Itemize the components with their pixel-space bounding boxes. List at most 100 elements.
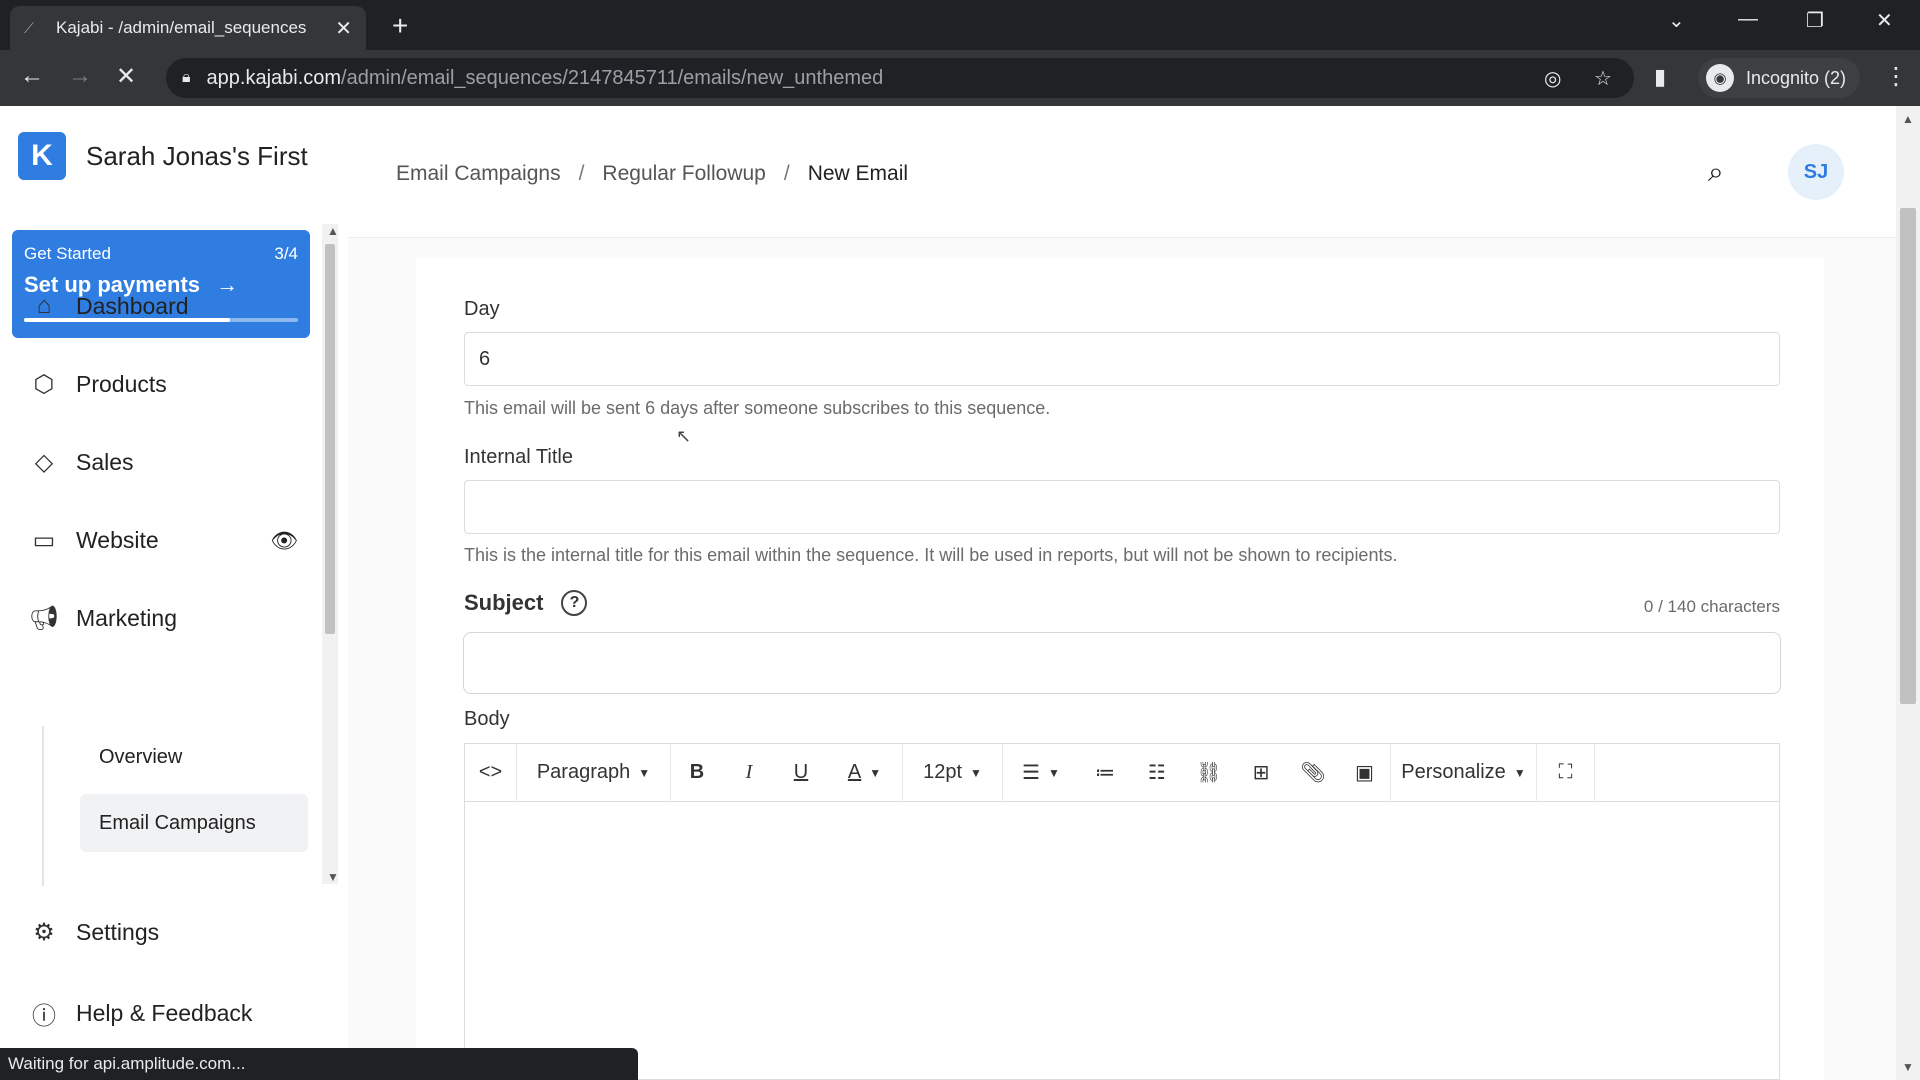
- tab-title: Kajabi - /admin/email_sequences: [56, 18, 307, 37]
- chevron-down-icon: ▼: [638, 765, 651, 780]
- sidebar-item-label: Dashboard: [76, 292, 189, 319]
- brand[interactable]: K Sarah Jonas's First: [18, 132, 308, 180]
- breadcrumb-current: New Email: [807, 162, 909, 185]
- sidebar-subitem-email-campaigns[interactable]: Email Campaigns: [80, 794, 308, 852]
- day-help-text: This email will be sent 6 days after som…: [464, 398, 1051, 418]
- italic-icon[interactable]: I: [723, 744, 775, 802]
- day-input[interactable]: 6: [464, 332, 1780, 386]
- sidebar-item-help[interactable]: ⓘ Help & Feedback: [28, 996, 252, 1031]
- align-select[interactable]: ☰ ▼: [1003, 744, 1079, 802]
- font-size-select[interactable]: 12pt ▼: [903, 743, 1003, 802]
- get-started-progress: 3/4: [274, 244, 298, 263]
- tracking-blocked-icon[interactable]: ◎: [1544, 66, 1561, 91]
- browser-toolbar: ← → ✕ 🔒︎ app.kajabi.com/admin/email_sequ…: [0, 50, 1920, 106]
- breadcrumb-separator: /: [578, 162, 585, 185]
- sidebar-scroll-thumb[interactable]: [325, 244, 335, 634]
- text-color-icon: A: [847, 761, 862, 783]
- personalize-select[interactable]: Personalize ▼: [1391, 743, 1537, 802]
- lock-icon: 🔒︎: [182, 69, 191, 86]
- status-bar: Waiting for api.amplitude.com...: [0, 1048, 638, 1080]
- submenu-line: [42, 726, 44, 886]
- chevron-down-icon: ▼: [1513, 765, 1526, 780]
- paragraph-format-label: Paragraph: [536, 761, 631, 783]
- underline-icon[interactable]: U: [775, 744, 827, 802]
- incognito-profile-button[interactable]: ◉ Incognito (2): [1698, 58, 1861, 98]
- attachment-icon[interactable]: 📎︎: [1287, 744, 1339, 802]
- ordered-list-icon[interactable]: ≔: [1079, 744, 1131, 802]
- code-view-icon[interactable]: <>: [465, 743, 517, 802]
- sidebar-item-dashboard[interactable]: ⌂ Dashboard: [28, 292, 189, 320]
- sidebar-subitem-overview[interactable]: Overview: [80, 728, 308, 786]
- get-started-card[interactable]: Get Started 3/4 Set up payments →: [12, 230, 310, 338]
- box-icon: ⬡: [33, 371, 55, 398]
- sidebar-item-label: Help & Feedback: [76, 1000, 253, 1026]
- browser-menu-icon[interactable]: ⋮: [1884, 62, 1908, 91]
- link-icon[interactable]: ⛓: [1183, 744, 1235, 802]
- sidebar-item-label: Products: [76, 371, 167, 397]
- kajabi-logo-icon: K: [18, 132, 66, 180]
- restore-button[interactable]: ❐: [1806, 8, 1824, 33]
- align-left-icon: ☰: [1022, 762, 1041, 784]
- address-bar[interactable]: 🔒︎ app.kajabi.com/admin/email_sequences/…: [166, 58, 1634, 98]
- insert-block-icon[interactable]: ⊞: [1235, 744, 1287, 802]
- close-tab-icon[interactable]: ✕: [335, 16, 352, 41]
- browser-tab[interactable]: ⟋ Kajabi - /admin/email_sequences ✕: [10, 6, 366, 50]
- breadcrumb: Email Campaigns / Regular Followup / New…: [396, 162, 908, 186]
- sidebar-item-label: Marketing: [76, 605, 177, 631]
- breadcrumb-email-campaigns[interactable]: Email Campaigns: [396, 162, 561, 186]
- tab-search-icon[interactable]: ⌄: [1668, 8, 1685, 33]
- editor-toolbar: <> Paragraph ▼ B I U A ▼ 12pt ▼ ☰ ▼ ≔ ☷ ⛓ ⊞ …: [465, 743, 1779, 802]
- brand-name: Sarah Jonas's First: [86, 140, 308, 171]
- text-color-select[interactable]: A ▼: [827, 743, 903, 802]
- new-tab-button[interactable]: +: [392, 10, 408, 42]
- sidebar-subitem-label: Overview: [99, 745, 183, 768]
- chevron-down-icon: ▼: [869, 765, 882, 780]
- internal-title-input[interactable]: [464, 480, 1780, 534]
- sidebar-item-sales[interactable]: ◇ Sales: [28, 448, 134, 477]
- sidebar-item-label: Website: [76, 527, 159, 553]
- body-editor[interactable]: <> Paragraph ▼ B I U A ▼ 12pt ▼ ☰ ▼ ≔ ☷ ⛓ ⊞ …: [464, 743, 1780, 1080]
- close-window-button[interactable]: ✕: [1876, 8, 1893, 33]
- arrow-right-icon: →: [216, 272, 239, 297]
- paragraph-format-select[interactable]: Paragraph ▼: [517, 743, 671, 802]
- sidebar-item-label: Sales: [76, 449, 134, 475]
- scroll-up-arrow-icon[interactable]: ▲: [327, 224, 339, 238]
- image-icon[interactable]: ▣: [1339, 743, 1391, 802]
- minimize-button[interactable]: —: [1738, 8, 1758, 31]
- fullscreen-icon[interactable]: ⛶: [1537, 743, 1595, 802]
- sidebar-item-products[interactable]: ⬡ Products: [28, 370, 167, 399]
- back-button[interactable]: ←: [20, 62, 44, 90]
- side-panel-icon[interactable]: ▮: [1654, 64, 1666, 90]
- font-size-label: 12pt: [923, 761, 963, 783]
- page-scroll-thumb[interactable]: [1900, 208, 1916, 704]
- chevron-down-icon: ▼: [1048, 765, 1060, 780]
- tag-icon: ◇: [34, 449, 54, 476]
- bullet-list-icon[interactable]: ☷: [1131, 744, 1183, 802]
- search-icon[interactable]: ⌕: [1708, 156, 1724, 189]
- page-scroll-down-icon[interactable]: ▼: [1902, 1060, 1914, 1074]
- sidebar-item-settings[interactable]: ⚙ Settings: [28, 918, 159, 947]
- forward-button[interactable]: →: [68, 62, 92, 90]
- subject-input[interactable]: [463, 632, 1781, 694]
- bookmark-star-icon[interactable]: ☆: [1594, 66, 1612, 91]
- browser-tab-bar: ⟋ Kajabi - /admin/email_sequences ✕ + ⌄ …: [0, 0, 1920, 50]
- page-scroll-up-icon[interactable]: ▲: [1902, 112, 1914, 126]
- help-icon: ⓘ: [32, 1003, 56, 1030]
- url-path: /admin/email_sequences/2147845711/emails…: [341, 66, 884, 89]
- internal-title-help-text: This is the internal title for this emai…: [464, 545, 1398, 565]
- personalize-label: Personalize: [1401, 761, 1506, 783]
- eye-icon[interactable]: 👁︎: [270, 528, 298, 554]
- scroll-down-arrow-icon[interactable]: ▼: [327, 870, 339, 884]
- incognito-icon: ◉: [1706, 64, 1734, 92]
- megaphone-icon: 📢︎: [28, 605, 60, 632]
- chevron-down-icon: ▼: [970, 765, 982, 780]
- page-header: Email Campaigns / Regular Followup / New…: [348, 106, 1896, 238]
- avatar[interactable]: SJ: [1788, 144, 1844, 200]
- bold-icon[interactable]: B: [671, 744, 723, 802]
- help-circle-icon[interactable]: ?: [561, 590, 588, 616]
- sidebar-item-marketing[interactable]: 📢︎ Marketing: [28, 604, 177, 633]
- monitor-icon: ▭: [32, 527, 56, 554]
- sidebar-item-website[interactable]: ▭ Website 👁︎: [28, 526, 298, 555]
- breadcrumb-regular-followup[interactable]: Regular Followup: [602, 162, 765, 186]
- stop-loading-button[interactable]: ✕: [116, 62, 136, 91]
